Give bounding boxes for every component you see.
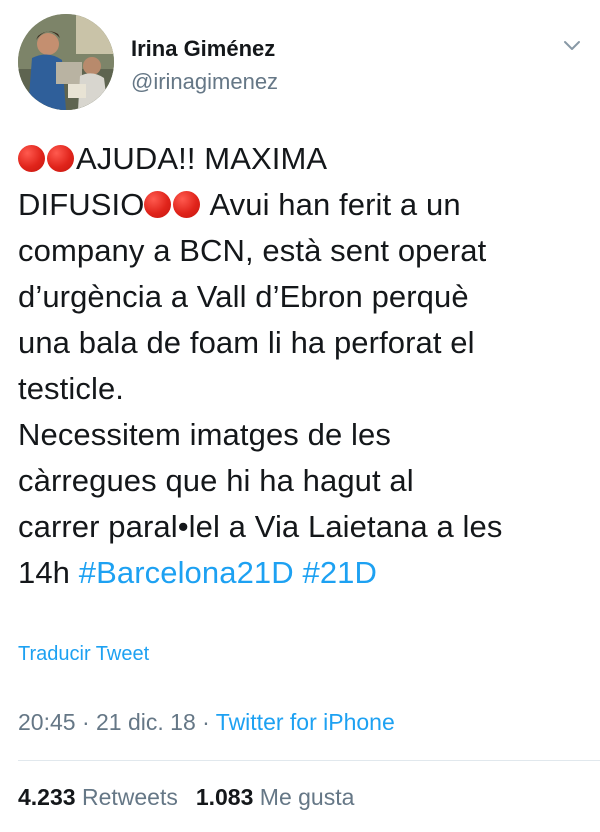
author-names[interactable]: Irina Giménez @irinagimenez xyxy=(131,36,278,96)
tweet-text: AJUDA!! MAXIMA DIFUSIO Avui han ferit a … xyxy=(18,136,584,596)
red-circle-icon xyxy=(47,145,74,172)
tweet-text-segment: DIFUSIO xyxy=(18,187,145,222)
retweets-label: Retweets xyxy=(81,784,178,810)
meta-separator: · xyxy=(195,709,216,735)
likes-stat[interactable]: 1.083 Me gusta xyxy=(196,784,355,810)
tweet-line: carrer paral•lel a Via Laietana a les xyxy=(18,509,503,544)
tweet-line: company a BCN, està sent operat xyxy=(18,233,487,268)
retweets-count: 4.233 xyxy=(18,784,76,810)
meta-separator: · xyxy=(75,709,97,735)
chevron-down-icon[interactable] xyxy=(561,34,583,56)
tweet-line: testicle. xyxy=(18,371,124,406)
author-handle[interactable]: @irinagimenez xyxy=(131,68,278,96)
tweet-date[interactable]: 21 dic. 18 xyxy=(96,709,196,735)
translate-tweet-link[interactable]: Traducir Tweet xyxy=(18,642,149,666)
divider xyxy=(18,760,600,761)
red-circle-icon xyxy=(173,191,201,218)
tweet-line: Necessitem imatges de les xyxy=(18,417,391,452)
tweet-line: d’urgència a Vall d’Ebron perquè xyxy=(18,279,469,314)
tweet-time[interactable]: 20:45 xyxy=(18,709,76,735)
tweet-line: DIFUSIO Avui han ferit a un xyxy=(18,182,584,228)
likes-label: Me gusta xyxy=(259,784,355,810)
tweet-text-segment: Avui han ferit a un xyxy=(202,187,461,222)
avatar[interactable] xyxy=(18,14,114,110)
avatar-photo xyxy=(18,14,114,110)
tweet-line: càrregues que hi ha hagut al xyxy=(18,463,414,498)
tweet-line: 14h #Barcelona21D #21D xyxy=(18,550,584,596)
hashtag-link-21d[interactable]: #21D xyxy=(302,555,377,590)
retweets-stat[interactable]: 4.233 Retweets xyxy=(18,784,178,810)
tweet-header: Irina Giménez @irinagimenez xyxy=(18,14,583,114)
tweet-line: AJUDA!! MAXIMA xyxy=(18,136,584,182)
tweet-detail: Irina Giménez @irinagimenez AJUDA!! MAXI… xyxy=(0,0,600,832)
author-display-name[interactable]: Irina Giménez xyxy=(131,36,278,62)
tweet-source-link[interactable]: Twitter for iPhone xyxy=(216,709,395,735)
tweet-line: una bala de foam li ha perforat el xyxy=(18,325,475,360)
tweet-stats: 4.233 Retweets 1.083 Me gusta xyxy=(18,783,354,811)
tweet-text-segment: AJUDA!! MAXIMA xyxy=(76,141,328,176)
tweet-text-segment: 14h xyxy=(18,555,79,590)
tweet-meta: 20:45 · 21 dic. 18 · Twitter for iPhone xyxy=(18,707,395,737)
red-circle-icon xyxy=(18,145,45,172)
hashtag-link-barcelona21d[interactable]: #Barcelona21D xyxy=(79,555,294,590)
likes-count: 1.083 xyxy=(195,784,254,810)
red-circle-icon xyxy=(144,191,172,218)
